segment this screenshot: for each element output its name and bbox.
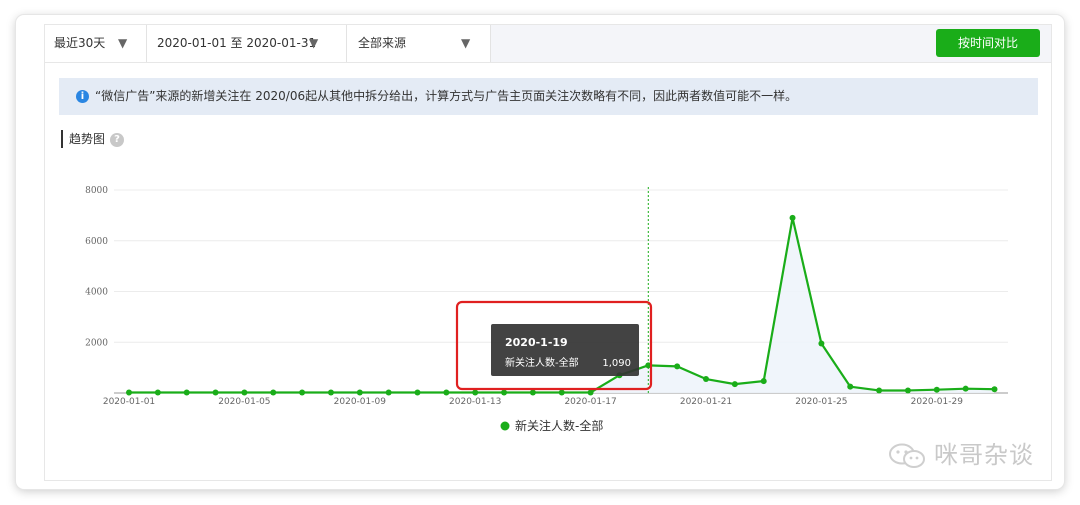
y-tick-label: 4000 xyxy=(85,288,108,298)
y-tick-label: 8000 xyxy=(85,186,108,196)
data-point xyxy=(414,389,421,396)
x-tick-label: 2020-01-17 xyxy=(564,397,616,407)
data-point xyxy=(962,385,969,392)
data-point xyxy=(501,389,508,396)
watermark-text: 咪哥杂谈 xyxy=(934,441,1034,469)
data-point xyxy=(991,386,998,393)
data-point xyxy=(558,389,565,396)
data-point xyxy=(183,389,190,396)
data-point xyxy=(703,376,709,383)
data-point xyxy=(933,386,940,393)
data-point xyxy=(818,340,825,347)
data-point xyxy=(789,214,796,221)
y-tick-label: 6000 xyxy=(85,237,108,247)
data-point xyxy=(876,387,883,394)
data-point xyxy=(731,381,738,388)
trend-chart: 8000 6000 4000 2000 2020-01-01 2020-01-05 2020… xyxy=(85,186,1008,433)
x-tick-label: 2020-01-05 xyxy=(218,397,270,407)
tooltip-date: 2020-1-19 xyxy=(505,336,568,349)
data-point xyxy=(760,378,767,385)
x-tick-label: 2020-01-25 xyxy=(795,397,847,407)
data-point xyxy=(241,389,248,396)
data-point xyxy=(904,387,911,394)
y-tick-label: 2000 xyxy=(85,338,108,348)
data-point xyxy=(356,389,363,396)
data-point xyxy=(126,389,132,396)
data-point xyxy=(327,389,334,396)
x-tick-label: 2020-01-13 xyxy=(449,397,501,407)
data-point xyxy=(587,389,594,396)
data-point xyxy=(385,389,392,396)
legend-marker xyxy=(500,421,510,431)
tooltip-value: 1,090 xyxy=(602,358,631,369)
data-point xyxy=(674,363,681,370)
tooltip: 2020-1-19 新关注人数-全部 1,090 xyxy=(491,324,639,376)
x-tick-label: 2020-01-29 xyxy=(911,397,964,407)
wechat-icon xyxy=(889,443,925,468)
data-point xyxy=(299,389,306,396)
x-tick-label: 2020-01-09 xyxy=(334,397,387,407)
data-point xyxy=(154,389,161,396)
data-point xyxy=(443,389,450,396)
data-point xyxy=(847,383,854,390)
data-point xyxy=(529,389,536,396)
x-tick-label: 2020-01-21 xyxy=(680,397,732,407)
tooltip-series: 新关注人数-全部 xyxy=(505,356,579,369)
data-point xyxy=(212,389,219,396)
data-point xyxy=(270,389,277,396)
legend-label: 新关注人数-全部 xyxy=(515,418,603,433)
data-point xyxy=(472,389,479,396)
x-tick-label: 2020-01-01 xyxy=(103,397,155,407)
